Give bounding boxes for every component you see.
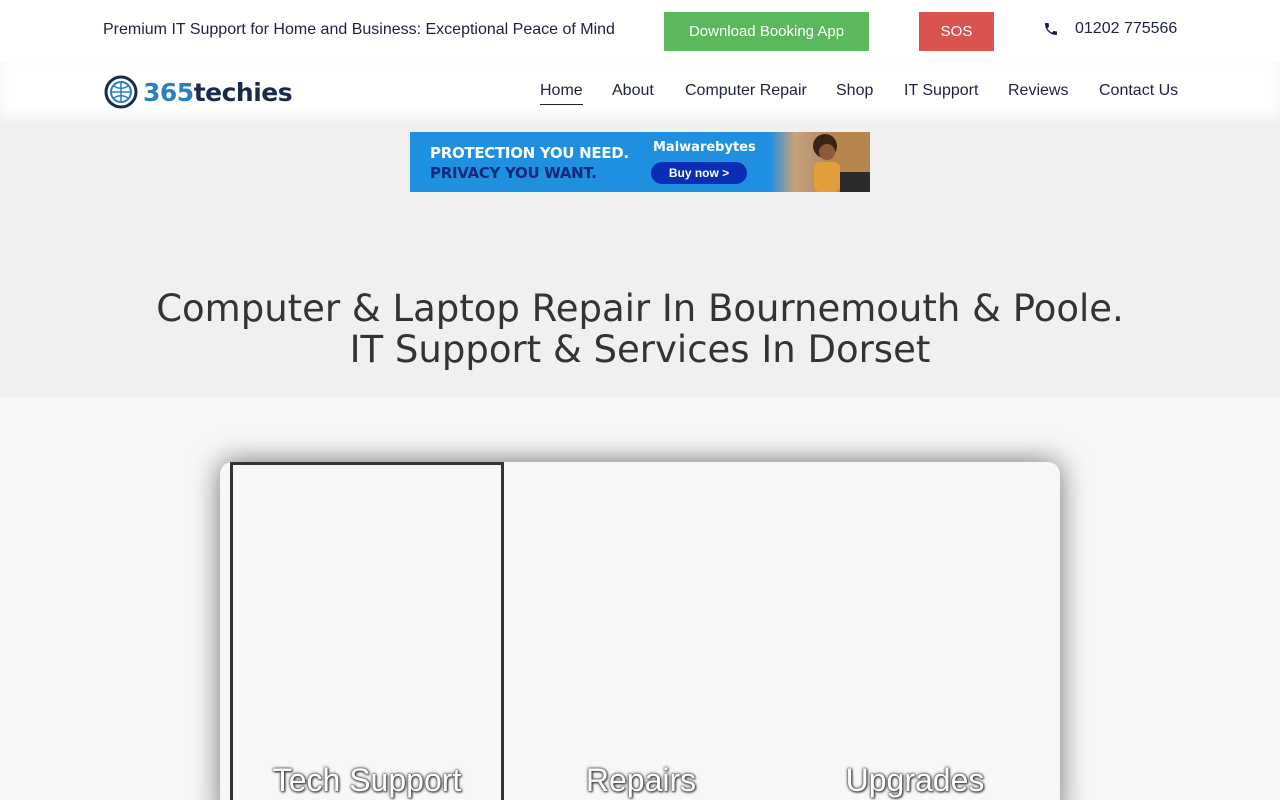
nav-about[interactable]: About [612, 82, 654, 104]
nav-shop[interactable]: Shop [836, 82, 873, 104]
nav-contact-us[interactable]: Contact Us [1099, 82, 1178, 104]
page-title-line-1: Computer & Laptop Repair In Bournemouth … [156, 287, 1124, 330]
nav-reviews[interactable]: Reviews [1008, 82, 1068, 104]
service-cards: Tech Support Repairs Upgrades [220, 462, 1060, 800]
download-booking-app-button[interactable]: Download Booking App [664, 12, 869, 51]
page-title-line-2: IT Support & Services In Dorset [349, 328, 931, 371]
card-repairs-label: Repairs [585, 762, 697, 798]
hero-section: PROTECTION YOU NEED. PRIVACY YOU WANT. M… [0, 122, 1280, 398]
phone-number: 01202 775566 [1075, 20, 1178, 37]
main-navbar: 365techies Home About Computer Repair Sh… [0, 62, 1280, 122]
sos-button[interactable]: SOS [919, 12, 994, 51]
top-bar: Premium IT Support for Home and Business… [0, 0, 1280, 62]
ad-line-2: PRIVACY YOU WANT. [430, 164, 597, 182]
nav-computer-repair[interactable]: Computer Repair [685, 82, 807, 104]
card-upgrades-label: Upgrades [845, 762, 985, 798]
tagline: Premium IT Support for Home and Business… [103, 21, 615, 38]
ad-buy-now-button[interactable]: Buy now > [651, 162, 747, 184]
page-title: Computer & Laptop Repair In Bournemouth … [0, 288, 1280, 370]
card-repairs[interactable]: Repairs [504, 462, 778, 800]
malwarebytes-ad-banner[interactable]: PROTECTION YOU NEED. PRIVACY YOU WANT. M… [410, 132, 870, 192]
primary-nav: Home About Computer Repair Shop IT Suppo… [0, 82, 1280, 112]
ad-brand: Malwarebytes [653, 140, 756, 155]
card-tech-support[interactable]: Tech Support [230, 462, 504, 800]
nav-it-support[interactable]: IT Support [904, 82, 978, 104]
nav-home[interactable]: Home [540, 82, 583, 105]
ad-photo-woman-phone [770, 132, 870, 192]
card-upgrades[interactable]: Upgrades [778, 462, 1052, 800]
phone-icon [1043, 21, 1059, 37]
card-tech-support-label: Tech Support [272, 762, 462, 798]
phone-link[interactable]: 01202 775566 [1043, 20, 1177, 38]
ad-line-1: PROTECTION YOU NEED. [430, 144, 629, 162]
